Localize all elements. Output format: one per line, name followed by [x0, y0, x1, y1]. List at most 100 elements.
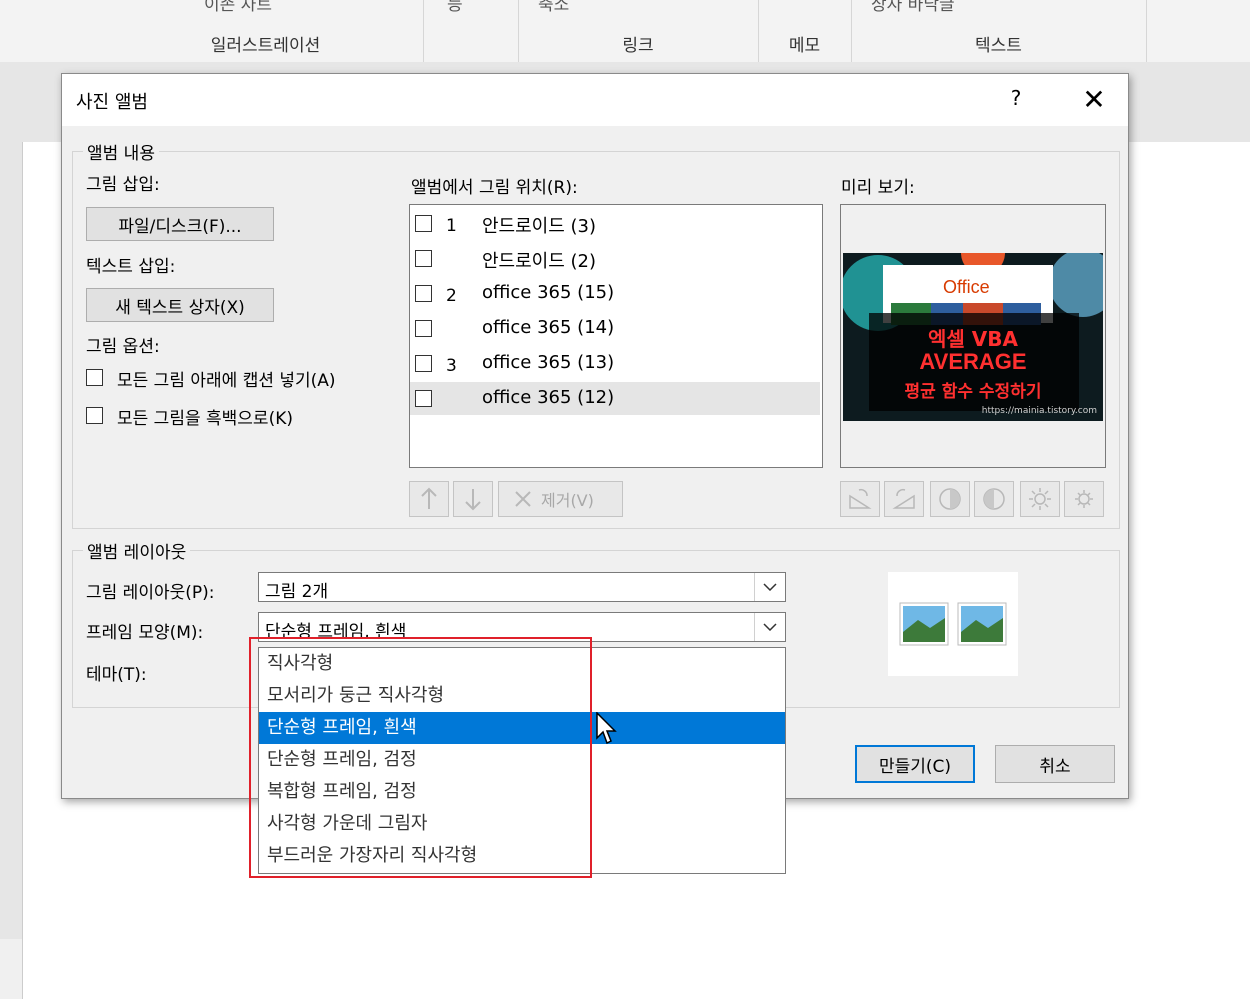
list-item[interactable]: office 365 (14) [410, 312, 822, 345]
dialog-title: 사진 앨범 [76, 92, 148, 113]
preview-url: https://mainia.tistory.com [981, 406, 1097, 416]
rotate-left-button[interactable] [840, 481, 880, 517]
arrow-up-icon [421, 487, 437, 509]
rotate-left-icon [849, 488, 872, 509]
rotate-right-icon [892, 488, 915, 509]
insert-text-label: 텍스트 삽입: [86, 257, 176, 277]
list-item-checkbox[interactable] [415, 250, 432, 267]
picture-name: office 365 (15) [482, 282, 615, 303]
ribbon-group-illustrations: 이존 차트 일러스트레이션 [108, 0, 424, 62]
slide-number: 1 [446, 216, 457, 236]
ribbon-group-label: 메모 [788, 36, 821, 56]
frame-option-highlighted[interactable]: 단순형 프레임, 흰색 [259, 712, 785, 744]
brightness-up-icon [1029, 488, 1051, 510]
preview-line1: 엑셀 VBA [928, 327, 1018, 351]
remove-x-icon [515, 491, 531, 507]
brightness-down-icon [1075, 490, 1093, 508]
ribbon-group-label: 일러스트레이션 [210, 36, 321, 56]
ribbon-group-label: 텍스트 [975, 36, 1022, 56]
decrease-brightness-button[interactable] [1064, 481, 1104, 517]
preview-pane: Office 엑셀 VBA AVERAGE 평균 함수 수정하기 https:/… [840, 204, 1106, 468]
picture-name: office 365 (12) [482, 387, 615, 408]
list-item[interactable]: 안드로이드 (2) [410, 242, 822, 275]
insert-picture-label: 그림 삽입: [86, 175, 160, 195]
frame-shape-select[interactable]: 단순형 프레임, 흰색 [258, 612, 786, 642]
increase-brightness-button[interactable] [1020, 481, 1060, 517]
list-item-selected[interactable]: office 365 (12) [410, 382, 820, 415]
picture-options-label: 그림 옵션: [86, 337, 160, 357]
frame-shape-label: 프레임 모양(M): [86, 623, 204, 643]
office-logo-text: Office [943, 277, 990, 297]
slide-number: 2 [446, 286, 457, 306]
contrast-down-icon [983, 488, 1005, 510]
layout-preview [888, 572, 1018, 676]
list-item-checkbox[interactable] [415, 390, 432, 407]
list-item-checkbox[interactable] [415, 215, 432, 232]
frame-option[interactable]: 단순형 프레임, 검정 [259, 744, 785, 776]
ribbon-group-label: 링크 [622, 36, 654, 56]
cancel-button[interactable]: 취소 [995, 745, 1115, 783]
ribbon-group-top-text[interactable]: 축소 [538, 0, 569, 15]
slide-number: 3 [446, 356, 457, 376]
ribbon-group-top-text[interactable]: 이존 차트 [204, 0, 272, 15]
ribbon: 이존 차트 일러스트레이션 등 축소 링크 메모 상자 바닥글 텍스트 [0, 0, 1250, 63]
list-item-checkbox[interactable] [415, 355, 432, 372]
picture-name: 안드로이드 (3) [482, 216, 597, 237]
layout-preview-image-icon [899, 602, 1007, 646]
decrease-contrast-button[interactable] [974, 481, 1014, 517]
increase-contrast-button[interactable] [930, 481, 970, 517]
create-button[interactable]: 만들기(C) [855, 745, 975, 783]
frame-shape-dropdown-list[interactable]: 직사각형 모서리가 둥근 직사각형 단순형 프레임, 흰색 단순형 프레임, 검… [258, 647, 786, 874]
contrast-up-icon [939, 488, 961, 510]
frame-option[interactable]: 모서리가 둥근 직사각형 [259, 680, 785, 712]
help-button[interactable]: ? [1006, 86, 1026, 110]
frame-option[interactable]: 부드러운 가장자리 직사각형 [259, 840, 785, 872]
picture-layout-select[interactable]: 그림 2개 [258, 572, 786, 602]
ribbon-group-comments: 메모 [758, 0, 852, 62]
rotate-right-button[interactable] [884, 481, 924, 517]
black-white-checkbox[interactable] [86, 407, 103, 424]
list-item-checkbox[interactable] [415, 320, 432, 337]
frame-option[interactable]: 복합형 프레임, 검정 [259, 776, 785, 808]
caption-checkbox[interactable] [86, 369, 103, 386]
photo-album-dialog: 사진 앨범 ? ✕ 앨범 내용 그림 삽입: 파일/디스크(F)... 텍스트 … [61, 73, 1129, 874]
ribbon-group-text: 상자 바닥글 텍스트 [851, 0, 1147, 62]
list-item-checkbox[interactable] [415, 285, 432, 302]
picture-name: 안드로이드 (2) [482, 251, 597, 272]
frame-shape-value: 단순형 프레임, 흰색 [265, 622, 407, 642]
list-item[interactable]: 2 office 365 (15) [410, 277, 822, 310]
ribbon-group-top-text[interactable]: 상자 바닥글 [871, 0, 955, 15]
arrow-down-icon [465, 489, 481, 511]
preview-label: 미리 보기: [841, 178, 915, 198]
chevron-down-icon[interactable] [754, 573, 785, 601]
picture-name: office 365 (13) [482, 352, 615, 373]
list-item[interactable]: 1 안드로이드 (3) [410, 207, 822, 240]
preview-line3: 평균 함수 수정하기 [904, 382, 1042, 402]
picture-layout-value: 그림 2개 [265, 582, 329, 602]
album-layout-legend: 앨범 레이아웃 [87, 543, 187, 563]
chevron-down-icon[interactable] [754, 613, 785, 641]
ribbon-group-misc: 등 [423, 0, 519, 62]
theme-label: 테마(T): [86, 665, 147, 685]
list-item[interactable]: 3 office 365 (13) [410, 347, 822, 380]
caption-option-label[interactable]: 모든 그림 아래에 캡션 넣기(A) [117, 366, 336, 391]
black-white-option-label[interactable]: 모든 그림을 흑백으로(K) [117, 404, 293, 429]
move-up-button[interactable] [409, 481, 449, 517]
picture-position-label: 앨범에서 그림 위치(R): [411, 178, 578, 198]
ribbon-group-top-text[interactable]: 등 [447, 0, 463, 15]
picture-layout-label: 그림 레이아웃(P): [86, 583, 215, 603]
dialog-titlebar: 사진 앨범 ? ✕ [62, 74, 1128, 126]
new-textbox-button[interactable]: 새 텍스트 상자(X) [86, 288, 274, 322]
album-content-legend: 앨범 내용 [87, 144, 155, 164]
move-down-button[interactable] [453, 481, 493, 517]
frame-option[interactable]: 직사각형 [259, 648, 785, 680]
remove-button-label: 제거(V) [541, 491, 594, 510]
file-disk-button[interactable]: 파일/디스크(F)... [86, 207, 274, 241]
preview-image: Office 엑셀 VBA AVERAGE 평균 함수 수정하기 https:/… [843, 253, 1103, 421]
close-button[interactable]: ✕ [1076, 82, 1112, 118]
preview-line2: AVERAGE [919, 349, 1027, 374]
pictures-listbox[interactable]: 1 안드로이드 (3) 안드로이드 (2) 2 office 365 (15) … [409, 204, 823, 468]
frame-option[interactable]: 사각형 가운데 그림자 [259, 808, 785, 840]
remove-button[interactable]: 제거(V) [498, 481, 623, 517]
ribbon-group-links: 축소 링크 [518, 0, 759, 62]
